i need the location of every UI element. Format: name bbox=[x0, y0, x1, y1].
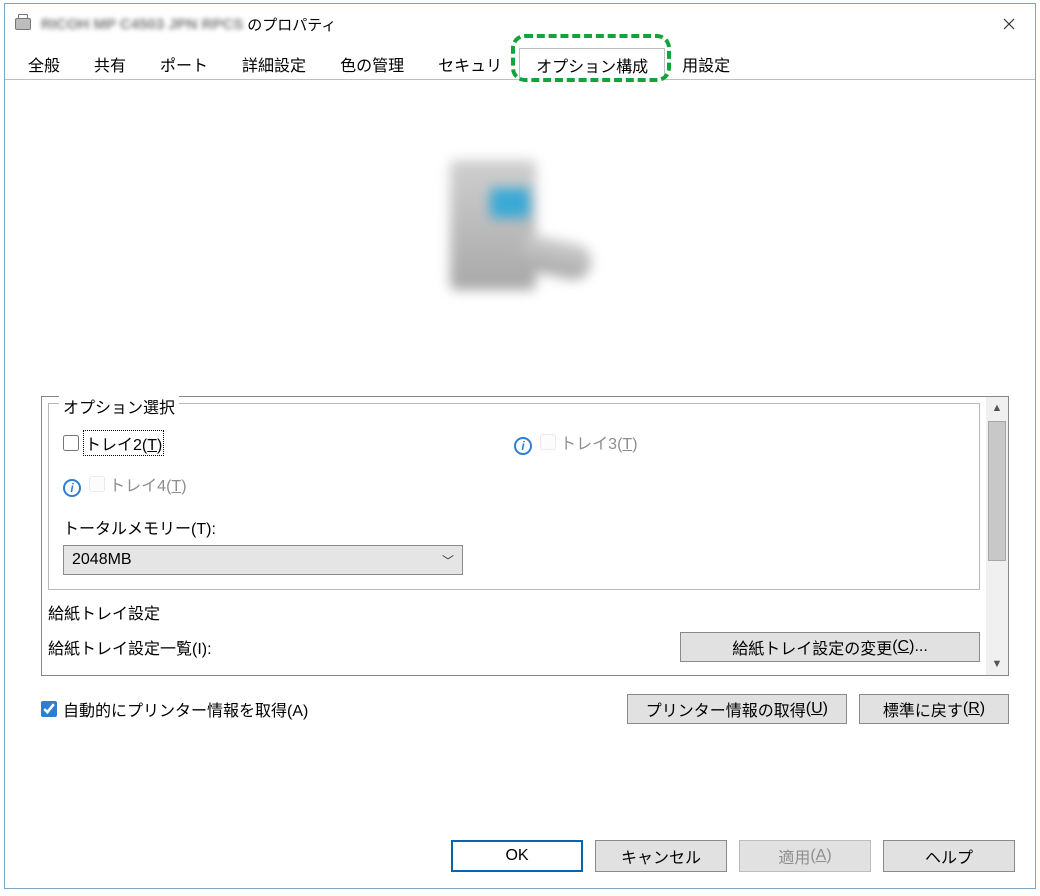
tab-strip: 全般 共有 ポート 詳細設定 色の管理 セキュリ オプション構成 用設定 bbox=[5, 44, 1035, 80]
tray-change-button[interactable]: 給紙トレイ設定の変更(C)... bbox=[680, 632, 980, 662]
tab-color[interactable]: 色の管理 bbox=[323, 47, 421, 79]
tray3-label: トレイ3 bbox=[560, 436, 617, 453]
tray4-label: トレイ4 bbox=[109, 478, 166, 495]
total-memory-label: トータルメモリー(T): bbox=[63, 515, 965, 539]
close-icon bbox=[1003, 18, 1015, 30]
apply-button: 適用(A) bbox=[739, 840, 871, 872]
printer-info-button[interactable]: プリンター情報の取得(U) bbox=[627, 694, 847, 724]
tray4-checkbox: トレイ4(T) bbox=[89, 472, 186, 496]
scroll-up-icon[interactable]: ▲ bbox=[986, 397, 1008, 419]
total-memory-value: 2048MB bbox=[72, 551, 132, 569]
tab-app[interactable]: 用設定 bbox=[665, 47, 747, 79]
title-suffix: のプロパティ bbox=[247, 14, 336, 35]
tray2-acc: T bbox=[147, 437, 157, 454]
tray-settings-header: 給紙トレイ設定 bbox=[48, 600, 980, 624]
auto-acquire-checkbox[interactable]: 自動的にプリンター情報を取得(A) bbox=[41, 697, 308, 721]
auto-acquire-acc: A bbox=[292, 703, 303, 720]
help-button[interactable]: ヘルプ bbox=[883, 840, 1015, 872]
device-preview-area bbox=[15, 80, 1025, 400]
titlebar: RICOH MP C4503 JPN RPCS のプロパティ bbox=[5, 4, 1035, 44]
options-legend: オプション選択 bbox=[59, 394, 179, 418]
vertical-scrollbar[interactable]: ▲ ▼ bbox=[986, 397, 1008, 675]
info-icon: i bbox=[63, 479, 81, 497]
tray-list-label: 給紙トレイ設定一覧(I): bbox=[48, 635, 212, 659]
tray4-acc: T bbox=[171, 478, 181, 495]
tray2-label: トレイ2 bbox=[85, 437, 142, 454]
title-obscured: RICOH MP C4503 JPN RPCS bbox=[41, 16, 247, 33]
auto-acquire-label: 自動的にプリンター情報を取得 bbox=[63, 703, 287, 720]
close-button[interactable] bbox=[983, 4, 1035, 44]
options-groupbox: オプション選択 トレイ2(T) i bbox=[48, 403, 980, 590]
settings-scroll-area: オプション選択 トレイ2(T) i bbox=[41, 396, 1009, 676]
total-memory-select[interactable]: 2048MB ﹀ bbox=[63, 545, 463, 575]
tab-share[interactable]: 共有 bbox=[77, 47, 143, 79]
cancel-button[interactable]: キャンセル bbox=[595, 840, 727, 872]
scroll-down-icon[interactable]: ▼ bbox=[986, 653, 1008, 675]
tray2-checkbox[interactable]: トレイ2(T) bbox=[63, 430, 164, 456]
tab-page-option: オプション選択 トレイ2(T) i bbox=[5, 80, 1035, 888]
info-icon: i bbox=[514, 437, 532, 455]
dialog-buttons: OK キャンセル 適用(A) ヘルプ bbox=[5, 824, 1035, 888]
tab-advanced[interactable]: 詳細設定 bbox=[225, 47, 323, 79]
scroll-thumb[interactable] bbox=[988, 421, 1006, 561]
chevron-down-icon: ﹀ bbox=[442, 552, 454, 569]
printer-icon bbox=[13, 14, 35, 34]
tab-security[interactable]: セキュリ bbox=[421, 47, 519, 79]
tray-settings-section: 給紙トレイ設定 給紙トレイ設定一覧(I): 給紙トレイ設定の変更(C)... bbox=[48, 600, 980, 662]
tab-port[interactable]: ポート bbox=[143, 47, 225, 79]
lower-toolbar: 自動的にプリンター情報を取得(A) プリンター情報の取得(U) 標準に戻す(R) bbox=[41, 694, 1009, 724]
tray3-checkbox: トレイ3(T) bbox=[540, 430, 637, 454]
reset-defaults-button[interactable]: 標準に戻す(R) bbox=[859, 694, 1009, 724]
printer-properties-dialog: RICOH MP C4503 JPN RPCS のプロパティ 全般 共有 ポート… bbox=[4, 3, 1036, 889]
tray3-acc: T bbox=[622, 436, 632, 453]
tab-general[interactable]: 全般 bbox=[11, 47, 77, 79]
tab-option[interactable]: オプション構成 bbox=[519, 48, 665, 80]
device-illustration bbox=[430, 150, 610, 330]
ok-button[interactable]: OK bbox=[451, 840, 583, 872]
